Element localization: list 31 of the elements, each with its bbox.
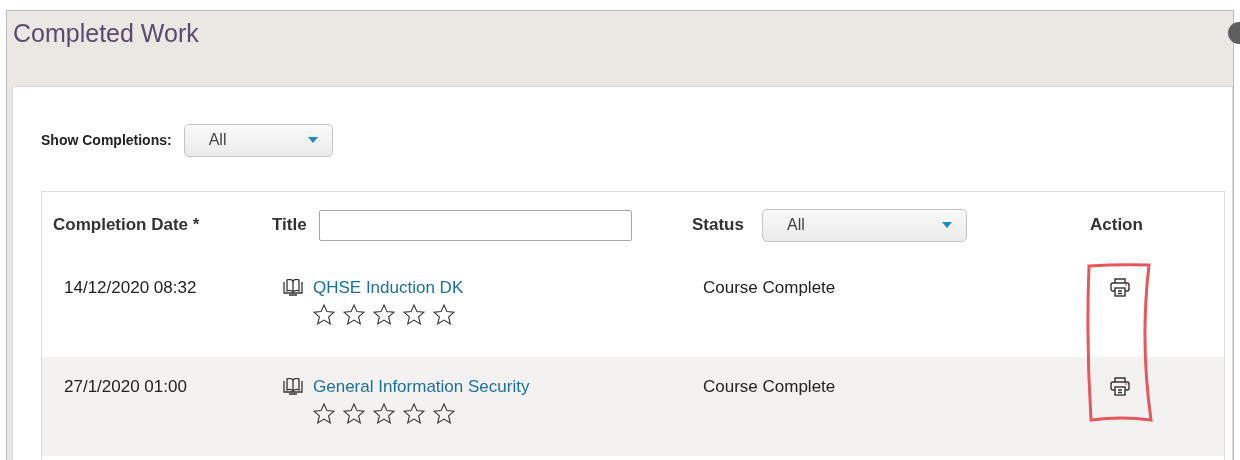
status-cell: Course Complete bbox=[703, 278, 836, 297]
book-icon bbox=[283, 279, 303, 297]
star-icon[interactable] bbox=[373, 403, 395, 424]
printer-icon[interactable] bbox=[1110, 278, 1130, 297]
star-icon[interactable] bbox=[343, 304, 365, 325]
star-icon[interactable] bbox=[433, 403, 455, 424]
page-title: Completed Work bbox=[13, 19, 199, 47]
column-header: Status bbox=[692, 215, 744, 235]
course-link[interactable]: General Information Security bbox=[313, 377, 530, 396]
column-header: Completion Date * bbox=[53, 215, 200, 235]
star-icon[interactable] bbox=[403, 304, 425, 325]
date-cell: 14/12/2020 08:32 bbox=[64, 278, 197, 297]
completions-dropdown[interactable]: All bbox=[183, 123, 333, 157]
star-icon[interactable] bbox=[313, 403, 335, 424]
status-dropdown[interactable]: All bbox=[761, 208, 967, 242]
star-icon[interactable] bbox=[433, 304, 455, 325]
date-cell: 27/1/2020 01:00 bbox=[64, 377, 187, 396]
course-link[interactable]: QHSE Induction DK bbox=[313, 278, 464, 297]
book-icon bbox=[283, 378, 303, 396]
column-header: Title bbox=[272, 215, 307, 235]
printer-icon[interactable] bbox=[1110, 377, 1130, 396]
column-header: Action bbox=[1090, 215, 1143, 235]
status-cell: Course Complete bbox=[703, 377, 836, 396]
star-icon[interactable] bbox=[343, 403, 365, 424]
star-icon[interactable] bbox=[313, 304, 335, 325]
caret-icon bbox=[941, 222, 952, 228]
title-filter-field[interactable] bbox=[318, 209, 632, 241]
star-icon[interactable] bbox=[373, 304, 395, 325]
star-icon[interactable] bbox=[403, 403, 425, 424]
filter-label: Show Completions: bbox=[41, 132, 172, 148]
caret-icon bbox=[307, 137, 318, 143]
